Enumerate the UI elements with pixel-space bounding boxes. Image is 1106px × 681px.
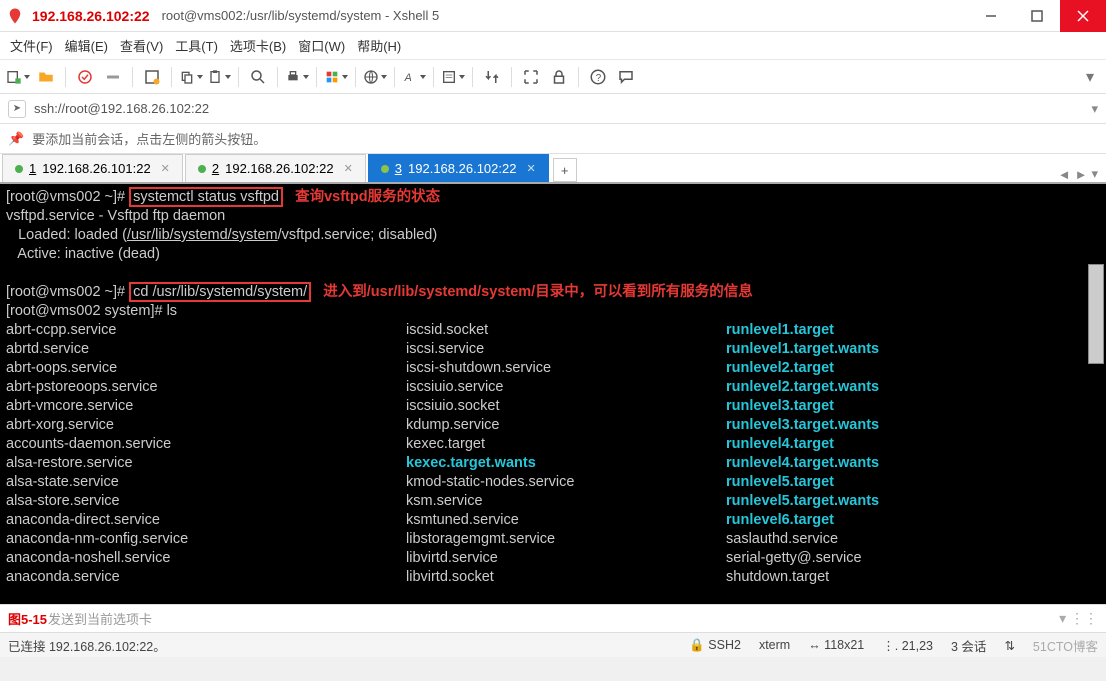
status-size: ↔ 118x21 bbox=[808, 638, 864, 652]
toolbar: A ? ▾ bbox=[0, 60, 1106, 94]
reconnect-button[interactable] bbox=[73, 65, 97, 89]
tab-strip: 1 192.168.26.101:22✕ 2 192.168.26.102:22… bbox=[0, 154, 1106, 184]
title-bar: 192.168.26.102:22 root@vms002:/usr/lib/s… bbox=[0, 0, 1106, 32]
transfer-button[interactable] bbox=[480, 65, 504, 89]
menu-view[interactable]: 查看(V) bbox=[120, 36, 163, 55]
annotation-1: 查询vsftpd服务的状态 bbox=[283, 189, 440, 205]
addrbar-dropdown-icon[interactable]: ▾ bbox=[1091, 101, 1098, 117]
menu-bar: 文件(F) 编辑(E) 查看(V) 工具(T) 选项卡(B) 窗口(W) 帮助(… bbox=[0, 32, 1106, 60]
lang-button[interactable] bbox=[363, 65, 387, 89]
status-dot-icon bbox=[15, 165, 23, 173]
fullscreen-button[interactable] bbox=[519, 65, 543, 89]
font-button[interactable]: A bbox=[402, 65, 426, 89]
menu-tools[interactable]: 工具(T) bbox=[175, 36, 218, 55]
menu-file[interactable]: 文件(F) bbox=[10, 36, 53, 55]
addrbar-add-icon[interactable]: ➤ bbox=[8, 100, 26, 118]
figure-label: 图5-15 bbox=[8, 609, 47, 628]
terminal[interactable]: [root@vms002 ~]# systemctl status vsftpd… bbox=[0, 184, 1106, 604]
tab-close-icon[interactable]: ✕ bbox=[161, 162, 170, 175]
tab-close-icon[interactable]: ✕ bbox=[344, 162, 353, 175]
menu-help[interactable]: 帮助(H) bbox=[357, 36, 401, 55]
terminal-scrollbar[interactable] bbox=[1088, 264, 1104, 364]
status-arrows[interactable]: ⇅ bbox=[1004, 638, 1014, 653]
send-dropdown-icon[interactable]: ▾ ⋮⋮ bbox=[1059, 610, 1098, 627]
tab-menu-icon[interactable]: ▾ bbox=[1091, 166, 1098, 182]
status-pos: ⋮. 21,23 bbox=[882, 638, 933, 653]
print-button[interactable] bbox=[285, 65, 309, 89]
status-dot-icon bbox=[198, 165, 206, 173]
script-button[interactable] bbox=[441, 65, 465, 89]
status-connection: 已连接 192.168.26.102:22。 bbox=[8, 636, 671, 655]
title-text: root@vms002:/usr/lib/systemd/system - Xs… bbox=[162, 8, 968, 23]
title-ip: 192.168.26.102:22 bbox=[32, 8, 150, 24]
hint-bar: 📌 要添加当前会话，点击左侧的箭头按钮。 bbox=[0, 124, 1106, 154]
status-sessions: 3 会话 bbox=[951, 636, 986, 655]
minimize-button[interactable] bbox=[968, 0, 1014, 32]
copy-button[interactable] bbox=[179, 65, 203, 89]
tab-close-icon[interactable]: ✕ bbox=[526, 162, 535, 175]
chat-button[interactable] bbox=[614, 65, 638, 89]
add-tab-button[interactable]: + bbox=[553, 158, 577, 182]
annotation-2: 进入到/usr/lib/systemd/system/目录中，可以看到所有服务的… bbox=[311, 284, 753, 300]
tab-1[interactable]: 1 192.168.26.101:22✕ bbox=[2, 154, 183, 182]
tab-prev-icon[interactable]: ◄ bbox=[1058, 167, 1071, 182]
color-button[interactable] bbox=[324, 65, 348, 89]
close-button[interactable] bbox=[1060, 0, 1106, 32]
help-button[interactable]: ? bbox=[586, 65, 610, 89]
cmd-status: systemctl status vsftpd bbox=[129, 187, 283, 207]
new-session-button[interactable] bbox=[6, 65, 30, 89]
status-ssh: 🔒 SSH2 bbox=[689, 638, 741, 653]
tab-3[interactable]: 3 192.168.26.102:22✕ bbox=[368, 154, 549, 182]
app-logo-icon bbox=[6, 7, 24, 25]
cmd-cd: cd /usr/lib/systemd/system/ bbox=[129, 282, 311, 302]
maximize-button[interactable] bbox=[1014, 0, 1060, 32]
open-button[interactable] bbox=[34, 65, 58, 89]
hint-text: 要添加当前会话，点击左侧的箭头按钮。 bbox=[32, 129, 266, 148]
tab-2[interactable]: 2 192.168.26.102:22✕ bbox=[185, 154, 366, 182]
svg-text:?: ? bbox=[596, 72, 602, 83]
menu-window[interactable]: 窗口(W) bbox=[298, 36, 345, 55]
svg-text:A: A bbox=[404, 72, 412, 84]
pin-icon: 📌 bbox=[8, 131, 24, 147]
menu-tab[interactable]: 选项卡(B) bbox=[230, 36, 286, 55]
find-button[interactable] bbox=[246, 65, 270, 89]
paste-button[interactable] bbox=[207, 65, 231, 89]
status-dot-icon bbox=[381, 165, 389, 173]
send-hint[interactable]: 发送到当前选项卡 bbox=[48, 609, 152, 628]
properties-button[interactable] bbox=[140, 65, 164, 89]
watermark: 51CTO博客 bbox=[1033, 636, 1098, 655]
toolbar-overflow-icon[interactable]: ▾ bbox=[1086, 67, 1100, 87]
status-term: xterm bbox=[759, 638, 790, 652]
address-bar: ➤ ▾ bbox=[0, 94, 1106, 124]
disconnect-button[interactable] bbox=[101, 65, 125, 89]
status-bar: 已连接 192.168.26.102:22。 🔒 SSH2 xterm ↔ 11… bbox=[0, 632, 1106, 657]
tab-next-icon[interactable]: ► bbox=[1075, 167, 1088, 182]
send-input-bar: 图5-15 发送到当前选项卡 ▾ ⋮⋮ bbox=[0, 604, 1106, 632]
menu-edit[interactable]: 编辑(E) bbox=[65, 36, 108, 55]
lock-button[interactable] bbox=[547, 65, 571, 89]
ls-output: abrt-ccpp.serviceiscsid.socketrunlevel1.… bbox=[6, 321, 1100, 587]
address-input[interactable] bbox=[34, 101, 1083, 116]
tab-nav: ◄ ►▾ bbox=[1058, 166, 1106, 182]
